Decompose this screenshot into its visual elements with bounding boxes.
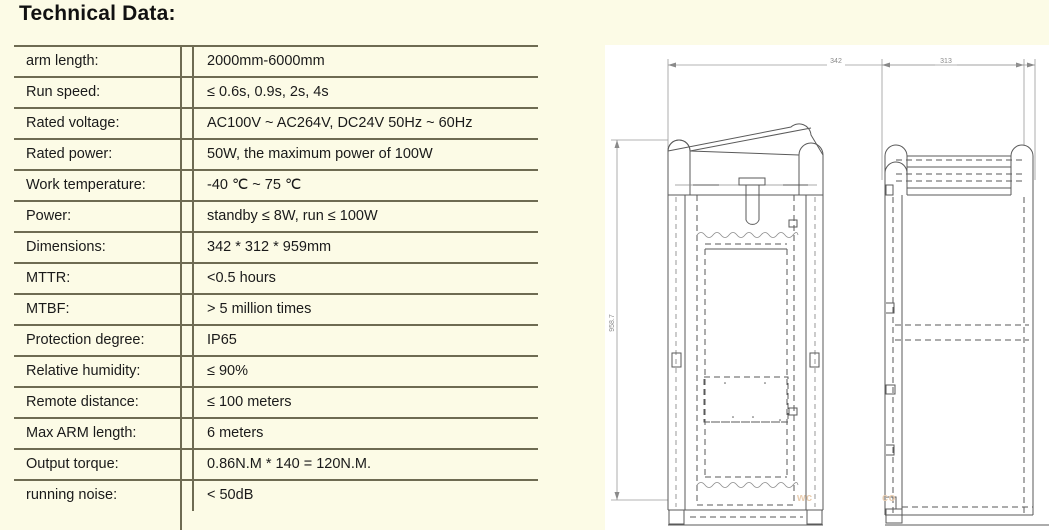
page-title: Technical Data: <box>19 2 176 25</box>
table-row: Power: standby ≤ 8W, run ≤ 100W <box>14 200 538 232</box>
side-body-uprights <box>884 195 1034 515</box>
spec-key: Protection degree: <box>14 324 194 356</box>
spec-key: Work temperature: <box>14 169 194 201</box>
table-row: Remote distance: ≤ 100 meters <box>14 386 538 418</box>
side-hidden-shelf <box>895 324 1029 341</box>
side-view-width-dimension: 313 <box>881 58 1036 180</box>
spec-value: ≤ 100 meters <box>193 386 538 418</box>
front-inner-door <box>704 249 788 478</box>
front-width-dimension-label: 342 <box>830 58 842 65</box>
spec-value: 6 meters <box>193 417 538 449</box>
front-base <box>668 509 823 526</box>
spec-key: Run speed: <box>14 76 194 108</box>
front-body-uprights <box>667 195 824 510</box>
front-inner-cabinet <box>696 195 795 506</box>
spec-value: AC100V ~ AC264V, DC24V 50Hz ~ 60Hz <box>193 107 538 139</box>
table-row: running noise: < 50dB <box>14 479 538 511</box>
front-view: 342 958.7 <box>609 58 1025 526</box>
table-row: MTTR: <0.5 hours <box>14 262 538 294</box>
spec-value: 342 * 312 * 959mm <box>193 231 538 263</box>
spec-value: -40 ℃ ~ 75 ℃ <box>193 169 538 201</box>
table-row: arm length: 2000mm-6000mm <box>14 45 538 77</box>
spec-value: ≤ 0.6s, 0.9s, 2s, 4s <box>193 76 538 108</box>
spec-value: standby ≤ 8W, run ≤ 100W <box>193 200 538 232</box>
spec-key: Output torque: <box>14 448 194 480</box>
cad-drawing-svg: .ln { stroke:#5a5a5a; stroke-width:1; fi… <box>609 58 1049 526</box>
front-seam-upper <box>696 232 799 250</box>
spec-value: 2000mm-6000mm <box>193 45 538 77</box>
table-row: Rated power: 50W, the maximum power of 1… <box>14 138 538 170</box>
table-row: Run speed: ≤ 0.6s, 0.9s, 2s, 4s <box>14 76 538 108</box>
spec-value: ≤ 90% <box>193 355 538 387</box>
spec-value: > 5 million times <box>193 293 538 325</box>
front-view-width-dimension: 342 <box>667 58 1025 180</box>
table-row: Protection degree: IP65 <box>14 324 538 356</box>
front-middle-panel <box>703 376 789 423</box>
side-top-cap <box>884 144 1034 196</box>
table-row: Dimensions: 342 * 312 * 959mm <box>14 231 538 263</box>
table-column-divider <box>180 45 182 530</box>
technical-data-table: arm length: 2000mm-6000mm Run speed: ≤ 0… <box>14 45 538 511</box>
side-width-dimension-label: 313 <box>940 58 952 65</box>
front-top-cover <box>667 123 824 196</box>
spec-key: Relative humidity: <box>14 355 194 387</box>
table-row: Rated voltage: AC100V ~ AC264V, DC24V 50… <box>14 107 538 139</box>
spec-key: running noise: <box>14 479 194 511</box>
spec-key: MTTR: <box>14 262 194 294</box>
front-latch-detail <box>693 177 808 225</box>
spec-key: Rated power: <box>14 138 194 170</box>
specifications-panel: Technical Data: arm length: 2000mm-6000m… <box>0 0 600 530</box>
spec-key: Max ARM length: <box>14 417 194 449</box>
technical-drawing-panel: .ln { stroke:#5a5a5a; stroke-width:1; fi… <box>605 45 1049 530</box>
spec-value: IP65 <box>193 324 538 356</box>
spec-value: < 50dB <box>193 479 538 511</box>
spec-key: Remote distance: <box>14 386 194 418</box>
table-body: arm length: 2000mm-6000mm Run speed: ≤ 0… <box>14 45 538 511</box>
table-row: Relative humidity: ≤ 90% <box>14 355 538 387</box>
table-row: Output torque: 0.86N.M * 140 = 120N.M. <box>14 448 538 480</box>
table-row: MTBF: > 5 million times <box>14 293 538 325</box>
spec-value: 50W, the maximum power of 100W <box>193 138 538 170</box>
side-brackets <box>885 302 896 456</box>
table-row: Max ARM length: 6 meters <box>14 417 538 449</box>
front-seam-lower <box>696 482 799 488</box>
table-row: Work temperature: -40 ℃ ~ 75 ℃ <box>14 169 538 201</box>
spec-value: 0.86N.M * 140 = 120N.M. <box>193 448 538 480</box>
spec-key: Rated voltage: <box>14 107 194 139</box>
spec-key: Dimensions: <box>14 231 194 263</box>
spec-key: MTBF: <box>14 293 194 325</box>
spec-key: Power: <box>14 200 194 232</box>
front-view-height-dimension: 958.7 <box>609 139 668 501</box>
front-height-dimension-label: 958.7 <box>609 314 616 332</box>
spec-value: <0.5 hours <box>193 262 538 294</box>
spec-key: arm length: <box>14 45 194 77</box>
